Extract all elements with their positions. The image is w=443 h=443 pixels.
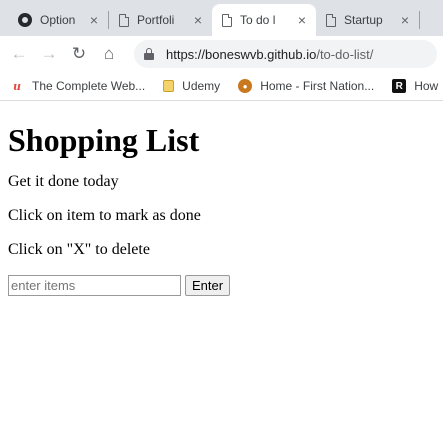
bookmarks-bar: u The Complete Web... Udemy ● Home - Fir… [0,72,443,101]
tab-strip: Option × Portfoli × To do l × Startup × [0,0,443,36]
github-icon [18,13,32,27]
bookmark-label: Home - First Nation... [260,79,375,93]
back-arrow-icon[interactable]: ← [6,41,32,67]
close-icon[interactable]: × [397,12,413,28]
bookmark-r-icon: R [392,79,407,93]
instruction-line: Click on "X" to delete [8,241,150,258]
bookmark-label: How [414,79,439,93]
tab-startup[interactable]: Startup × [316,4,419,36]
page-content: Shopping List Get it done today Click on… [0,122,443,296]
home-icon[interactable]: ⌂ [96,41,122,67]
close-icon[interactable]: × [294,12,310,28]
lock-icon [144,48,154,60]
instruction-line: Click on item to mark as done [8,207,201,224]
folder-icon [163,80,175,92]
tab-title: Option [40,13,76,27]
document-icon [326,13,336,27]
bookmark-how[interactable]: R How [392,79,438,93]
bookmark-udemy[interactable]: Udemy [163,79,220,93]
forward-arrow-icon[interactable]: → [36,41,62,67]
close-icon[interactable]: × [190,12,206,28]
bookmark-complete-web[interactable]: u The Complete Web... [10,79,145,93]
enter-button[interactable]: Enter [185,275,231,296]
tab-title: To do l [240,13,276,27]
tab-portfolio[interactable]: Portfoli × [109,4,212,36]
bookmark-label: The Complete Web... [32,79,146,93]
item-input[interactable] [8,275,181,296]
close-icon[interactable]: × [86,12,102,28]
tab-to-do-list[interactable]: To do l × [212,4,316,36]
add-item-form: Enter [8,275,435,296]
reload-icon[interactable]: ↻ [66,41,92,67]
instruction-line: Get it done today [8,173,119,190]
page-title: Shopping List [8,122,200,158]
first-nation-icon: ● [238,79,253,93]
tab-options[interactable]: Option × [8,4,108,36]
bookmark-first-nation[interactable]: ● Home - First Nation... [238,79,374,93]
url-host: https://boneswvb.github.io [166,46,317,62]
tab-title: Startup [344,13,383,27]
tab-separator [419,11,420,29]
udemy-logo-icon: u [13,79,21,93]
document-icon [222,13,232,27]
address-bar[interactable]: https://boneswvb.github.io/to-do-list/ [134,40,437,68]
url-path: /to-do-list/ [316,46,374,62]
browser-toolbar: ← → ↻ ⌂ https://boneswvb.github.io/to-do… [0,36,443,72]
document-icon [119,13,129,27]
tab-title: Portfoli [137,13,175,27]
browser-chrome: Option × Portfoli × To do l × Startup × … [0,0,443,101]
bookmark-label: Udemy [182,79,221,93]
